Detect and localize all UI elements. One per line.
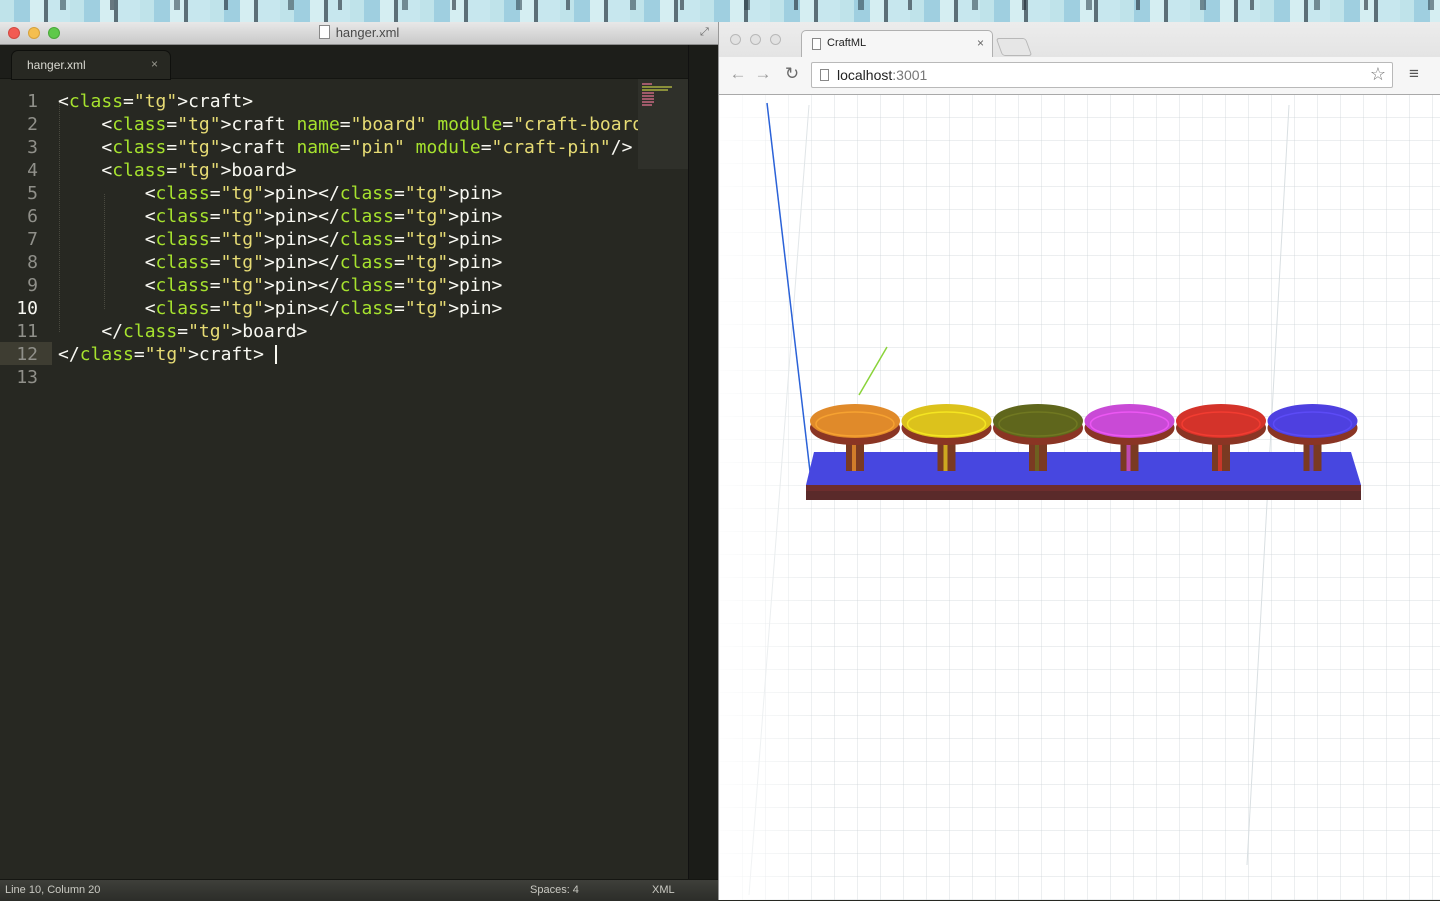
page-icon: [812, 38, 821, 50]
line-number: 2: [27, 114, 38, 135]
line-number: 5: [27, 183, 38, 204]
star-icon[interactable]: ☆: [1370, 64, 1386, 85]
status-bar: Line 10, Column 20 Spaces: 4 XML: [0, 879, 718, 901]
editor-titlebar: hanger.xml ⤢: [0, 22, 718, 45]
new-tab-button[interactable]: [995, 38, 1033, 56]
forward-arrow-icon[interactable]: →: [753, 64, 773, 84]
code-line: <class="tg">pin></class="tg">pin>: [58, 206, 503, 227]
code-line: <class="tg">craft name="board" module="c…: [58, 114, 675, 135]
code-area[interactable]: <class="tg">craft> <class="tg">craft nam…: [58, 79, 676, 877]
tab-close-icon[interactable]: ×: [977, 36, 984, 50]
page-icon: [820, 69, 829, 81]
code-line: <class="tg">pin></class="tg">pin>: [58, 298, 503, 319]
url-text: localhost:3001: [837, 67, 928, 83]
text-caret: [275, 345, 277, 364]
code-line: </class="tg">craft>: [58, 344, 264, 365]
minimap[interactable]: [638, 79, 688, 169]
sublime-editor-window: hanger.xml ⤢ hanger.xml × 1 2 3 4 5 6 7 8 9 10 11 1…: [0, 22, 719, 901]
line-number: 13: [16, 367, 38, 388]
tab-label: hanger.xml: [27, 58, 86, 72]
syntax-status[interactable]: XML: [652, 884, 675, 896]
back-arrow-icon[interactable]: ←: [728, 64, 748, 84]
line-number: 9: [27, 275, 38, 296]
browser-toolbar: ← → ↻ localhost:3001 ☆ ≡: [719, 57, 1440, 94]
code-line: <class="tg">craft name="pin" module="cra…: [58, 137, 633, 158]
cursor-position-status: Line 10, Column 20: [5, 884, 101, 896]
code-line: </class="tg">board>: [58, 321, 308, 342]
close-window-button[interactable]: [730, 34, 741, 45]
minimize-window-button[interactable]: [750, 34, 761, 45]
browser-chrome: CraftML × ← → ↻ localhost:3001 ☆ ≡: [719, 22, 1440, 95]
document-icon: [318, 25, 330, 39]
line-number: 4: [27, 160, 38, 181]
tab-close-icon[interactable]: ×: [151, 57, 158, 71]
code-line: <class="tg">pin></class="tg">pin>: [58, 275, 503, 296]
board-model: [806, 452, 1361, 500]
line-number-gutter: 1 2 3 4 5 6 7 8 9 10 11 12 13: [0, 79, 52, 877]
3d-viewport[interactable]: [719, 95, 1440, 900]
line-number: 12: [16, 344, 38, 365]
tab-title: CraftML: [827, 37, 867, 49]
fullscreen-icon[interactable]: ⤢: [700, 26, 712, 38]
address-bar[interactable]: localhost:3001 ☆: [811, 62, 1393, 88]
tab-hanger-xml[interactable]: hanger.xml ×: [12, 51, 170, 79]
code-line: <class="tg">craft>: [58, 91, 254, 112]
line-number: 1: [27, 91, 38, 112]
scene-canvas[interactable]: [719, 95, 1440, 900]
line-number: 10: [16, 298, 38, 319]
tab-craftml[interactable]: CraftML ×: [801, 30, 993, 58]
reload-icon[interactable]: ↻: [782, 64, 802, 84]
editor-tab-bar: hanger.xml ×: [0, 45, 718, 79]
line-number: 8: [27, 252, 38, 273]
desktop-wallpaper-strip: [0, 0, 1440, 22]
line-number: 3: [27, 137, 38, 158]
editor-window-title: hanger.xml: [0, 25, 718, 40]
vertical-scrollbar[interactable]: [688, 45, 719, 879]
code-line: <class="tg">pin></class="tg">pin>: [58, 229, 503, 250]
zoom-window-button[interactable]: [770, 34, 781, 45]
code-line: <class="tg">board>: [58, 160, 297, 181]
hamburger-menu-icon[interactable]: ≡: [1409, 64, 1419, 84]
line-number: 11: [16, 321, 38, 342]
code-line: <class="tg">pin></class="tg">pin>: [58, 252, 503, 273]
line-number: 6: [27, 206, 38, 227]
code-line: <class="tg">pin></class="tg">pin>: [58, 183, 503, 204]
chrome-browser-window: CraftML × ← → ↻ localhost:3001 ☆ ≡: [718, 22, 1440, 900]
indentation-status[interactable]: Spaces: 4: [530, 884, 579, 896]
line-number: 7: [27, 229, 38, 250]
